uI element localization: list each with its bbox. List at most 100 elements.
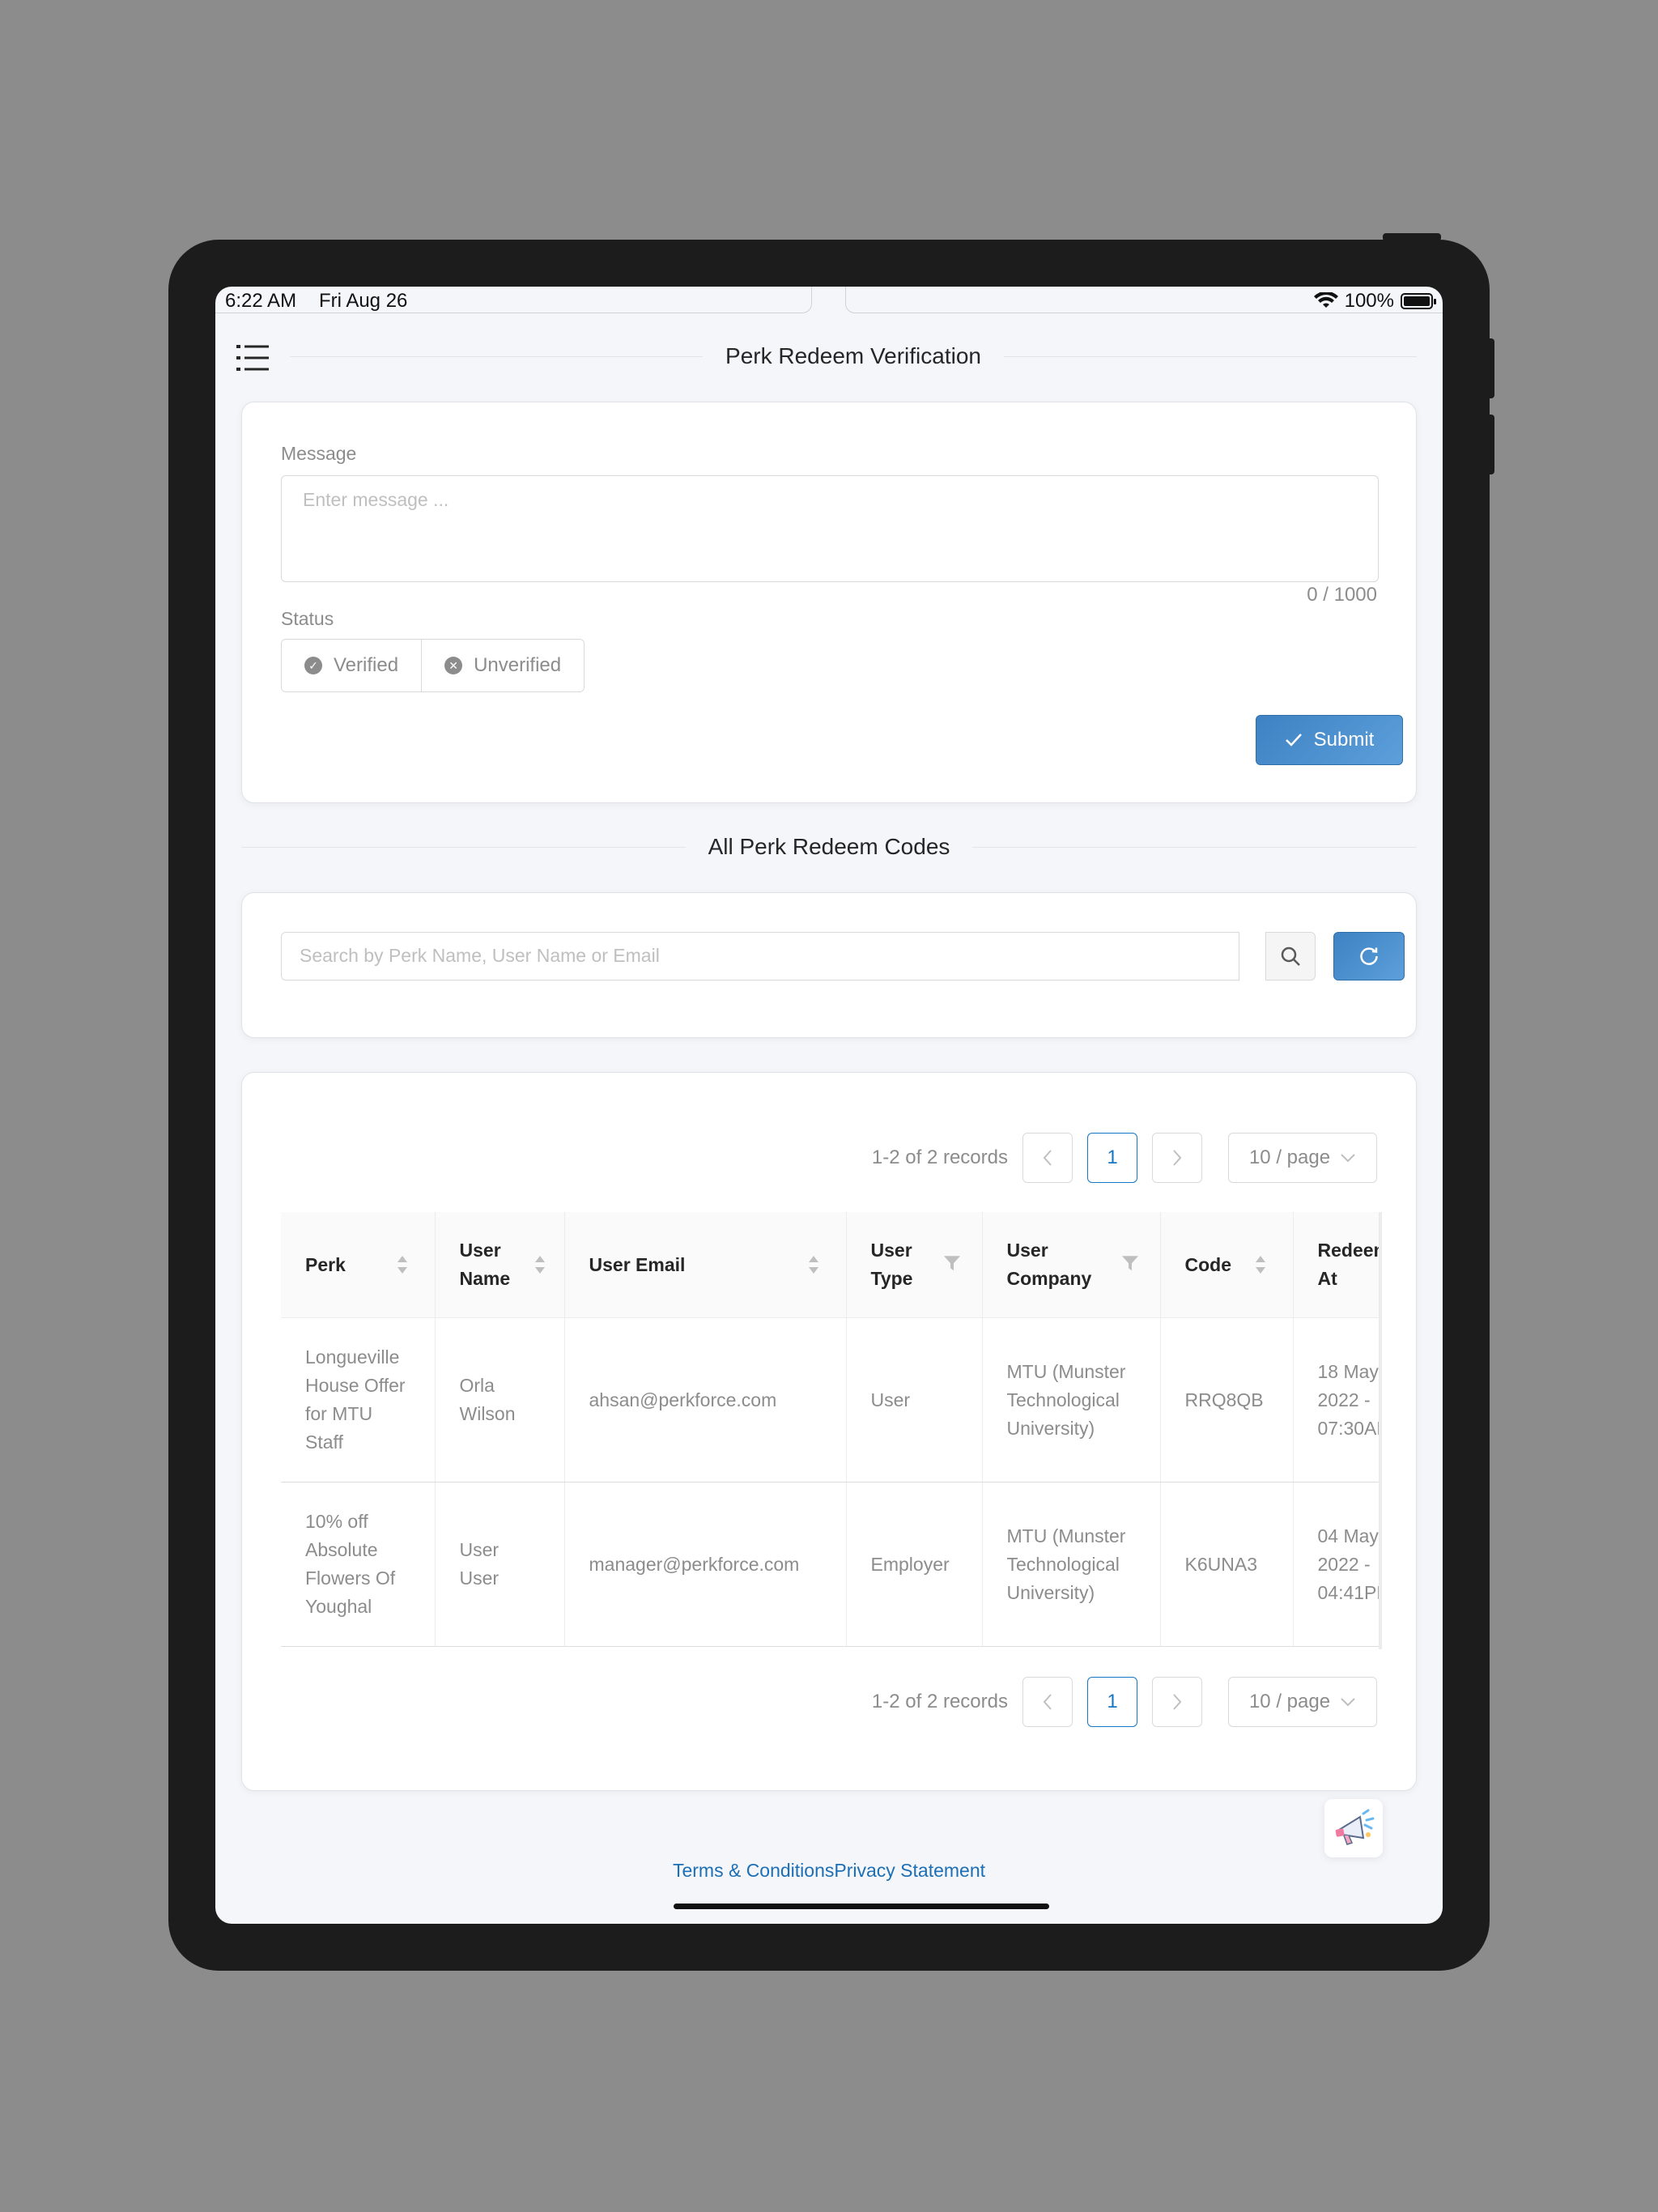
page-1-button[interactable]: 1 xyxy=(1087,1133,1137,1183)
battery-percent: 100% xyxy=(1344,290,1394,312)
sort-icon xyxy=(534,1256,545,1274)
volume-down-button xyxy=(1486,415,1494,474)
filter-icon xyxy=(1121,1256,1138,1271)
battery-icon xyxy=(1401,293,1436,309)
status-option-verified[interactable]: ✓ Verified xyxy=(282,640,422,691)
column-header-label: User Email xyxy=(589,1253,686,1275)
footer-links: Terms & ConditionsPrivacy Statement xyxy=(215,1860,1443,1882)
status-indicators: 100% xyxy=(1313,290,1436,313)
pagination-bottom: 1-2 of 2 records 1 10 / page xyxy=(872,1677,1377,1727)
column-header-label: User Name xyxy=(459,1240,511,1289)
character-counter: 0 / 1000 xyxy=(1307,584,1377,606)
next-page-button[interactable] xyxy=(1152,1677,1202,1727)
filter-icon xyxy=(943,1256,960,1271)
status-bar: 6:22 AM Fri Aug 26 100% xyxy=(215,287,1443,314)
codes-table-card: 1-2 of 2 records 1 10 / page Perk User N… xyxy=(241,1072,1417,1791)
search-button[interactable] xyxy=(1265,932,1316,981)
column-header-code[interactable]: Code xyxy=(1160,1212,1294,1318)
terms-link[interactable]: Terms & Conditions xyxy=(673,1860,834,1881)
column-header-redeemed-at[interactable]: Redeemed At xyxy=(1293,1212,1380,1318)
cell-user-type: Employer xyxy=(846,1482,983,1647)
submit-button[interactable]: Submit xyxy=(1256,715,1403,765)
prev-page-button[interactable] xyxy=(1022,1133,1073,1183)
chevron-down-icon xyxy=(1341,1154,1355,1163)
cell-code: K6UNA3 xyxy=(1160,1482,1294,1647)
search-icon xyxy=(1281,946,1300,966)
status-option-label: Unverified xyxy=(474,654,562,676)
column-header-label: Perk xyxy=(305,1253,346,1275)
column-header-user-name[interactable]: User Name xyxy=(435,1212,565,1318)
page-size-select[interactable]: 10 / page xyxy=(1228,1133,1377,1183)
cell-redeemed-at: 04 May 2022 - 04:41PM xyxy=(1293,1482,1379,1647)
column-header-label: Redeemed At xyxy=(1317,1240,1380,1289)
status-radio-group: ✓ Verified ✕ Unverified xyxy=(281,639,585,692)
chevron-right-icon xyxy=(1173,1150,1182,1166)
sort-icon xyxy=(1255,1256,1265,1274)
close-circle-icon: ✕ xyxy=(444,657,463,674)
cell-user-type: User xyxy=(846,1317,983,1482)
refresh-icon xyxy=(1360,947,1378,965)
sort-icon xyxy=(808,1256,818,1274)
codes-table: Perk User Name User Email User Type User… xyxy=(281,1212,1380,1647)
cell-perk: 10% off Absolute Flowers Of Youghal xyxy=(281,1482,436,1647)
app-screen: 6:22 AM Fri Aug 26 100% Perk Redeem Veri… xyxy=(215,287,1443,1924)
status-date: Fri Aug 26 xyxy=(319,290,408,312)
cell-user-company: MTU (Munster Technological University) xyxy=(982,1317,1161,1482)
status-bar-divider-left xyxy=(215,287,812,313)
check-circle-icon: ✓ xyxy=(304,657,322,674)
chevron-left-icon xyxy=(1043,1694,1052,1710)
cell-user-company: MTU (Munster Technological University) xyxy=(982,1482,1161,1647)
codes-title: All Perk Redeem Codes xyxy=(241,834,1417,860)
page-title: Perk Redeem Verification xyxy=(725,343,981,368)
wifi-icon xyxy=(1313,292,1338,308)
cell-user-email: ahsan@perkforce.com xyxy=(564,1317,847,1482)
page-size-select[interactable]: 10 / page xyxy=(1228,1677,1377,1727)
next-page-button[interactable] xyxy=(1152,1133,1202,1183)
prev-page-button[interactable] xyxy=(1022,1677,1073,1727)
status-label: Status xyxy=(281,608,334,629)
pagination-top: 1-2 of 2 records 1 10 / page xyxy=(872,1133,1377,1183)
check-icon xyxy=(1285,734,1302,747)
records-count: 1-2 of 2 records xyxy=(871,1146,1008,1168)
column-header-perk[interactable]: Perk xyxy=(281,1212,436,1318)
announcement-button[interactable] xyxy=(1324,1799,1383,1857)
chevron-right-icon xyxy=(1173,1694,1182,1710)
chevron-down-icon xyxy=(1341,1698,1355,1707)
cell-code: RRQ8QB xyxy=(1160,1317,1294,1482)
megaphone-icon xyxy=(1335,1809,1375,1845)
codes-table-scroll[interactable]: Perk User Name User Email User Type User… xyxy=(281,1212,1382,1649)
refresh-button[interactable] xyxy=(1333,932,1405,981)
column-header-label: User Type xyxy=(870,1240,913,1289)
table-header-row: Perk User Name User Email User Type User… xyxy=(281,1212,1380,1318)
status-time: 6:22 AM xyxy=(225,290,297,312)
column-header-label: Code xyxy=(1184,1253,1232,1275)
search-input[interactable]: Search by Perk Name, User Name or Email xyxy=(281,932,1239,981)
search-card: Search by Perk Name, User Name or Email xyxy=(241,892,1417,1038)
column-header-user-type[interactable]: User Type xyxy=(846,1212,983,1318)
cell-redeemed-at: 18 May 2022 - 07:30AM xyxy=(1293,1317,1379,1482)
volume-up-button xyxy=(1486,338,1494,398)
search-placeholder: Search by Perk Name, User Name or Email xyxy=(300,945,660,966)
privacy-link[interactable]: Privacy Statement xyxy=(834,1860,985,1881)
status-option-unverified[interactable]: ✕ Unverified xyxy=(421,640,585,691)
cell-user-name: User User xyxy=(435,1482,565,1647)
submit-label: Submit xyxy=(1313,729,1375,751)
sort-icon xyxy=(397,1256,407,1274)
records-count: 1-2 of 2 records xyxy=(871,1691,1008,1712)
page-size-value: 10 / page xyxy=(1248,1691,1331,1712)
table-row: 10% off Absolute Flowers Of Youghal User… xyxy=(281,1482,1379,1647)
top-button xyxy=(1383,233,1441,241)
page-size-value: 10 / page xyxy=(1248,1146,1331,1168)
page-1-button[interactable]: 1 xyxy=(1087,1677,1137,1727)
verification-title: Perk Redeem Verification xyxy=(290,343,1417,369)
cell-user-email: manager@perkforce.com xyxy=(564,1482,847,1647)
message-textarea[interactable]: Enter message ... xyxy=(281,475,1379,582)
column-header-label: User Company xyxy=(1006,1240,1092,1289)
home-indicator xyxy=(674,1904,1049,1909)
column-header-user-email[interactable]: User Email xyxy=(564,1212,847,1318)
column-header-user-company[interactable]: User Company xyxy=(982,1212,1161,1318)
cell-user-name: Orla Wilson xyxy=(435,1317,565,1482)
cell-perk: Longueville House Offer for MTU Staff xyxy=(281,1317,436,1482)
menu-icon[interactable] xyxy=(236,343,269,372)
section-title: All Perk Redeem Codes xyxy=(708,834,950,859)
